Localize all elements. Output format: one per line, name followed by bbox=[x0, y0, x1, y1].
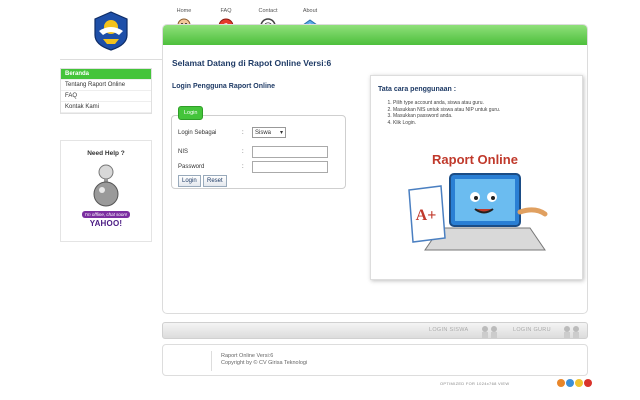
main-panel: Selamat Datang di Rapot Online Versi:6 L… bbox=[162, 24, 588, 314]
illustration-grade: A+ bbox=[416, 207, 437, 224]
colon: : bbox=[242, 164, 244, 170]
login-tabs-bar: LOGIN SISWA LOGIN GURU bbox=[162, 322, 588, 339]
offline-chat-badge[interactable]: I'm offline, chat soon! bbox=[81, 211, 131, 218]
login-as-value: Siswa bbox=[255, 129, 272, 136]
login-guru-link[interactable]: LOGIN GURU bbox=[513, 327, 551, 333]
howto-panel: Tata cara penggunaan : Pilih type accoun… bbox=[370, 75, 583, 280]
illustration-title: Raport Online bbox=[432, 152, 518, 167]
password-input[interactable] bbox=[252, 161, 328, 173]
yahoo-messenger-figure-icon bbox=[93, 164, 119, 207]
help-widget: Need Help ? I'm offline, chat soon! YAHO… bbox=[60, 140, 152, 242]
tut-wuri-logo-icon bbox=[94, 10, 128, 51]
footer-divider bbox=[211, 351, 212, 371]
howto-title: Tata cara penggunaan : bbox=[378, 86, 457, 93]
nav-home-label: Home bbox=[176, 8, 192, 14]
welcome-title: Selamat Datang di Rapot Online Versi:6 bbox=[172, 58, 332, 68]
sidebar-item-tentang[interactable]: Tentang Raport Online bbox=[61, 80, 151, 91]
optimized-note: OPTIMIZED FOR 1024x768 VIEW bbox=[440, 381, 510, 386]
raport-online-illustration: Raport Online A+ bbox=[408, 152, 548, 251]
footer-text: Raport Online Versi:6 Copyright by © CV … bbox=[221, 353, 307, 367]
howto-steps: Pilih type account anda, siswa atau guru… bbox=[385, 100, 500, 126]
teachers-icon bbox=[564, 326, 579, 338]
password-label: Password bbox=[178, 164, 205, 170]
sidebar-item-kontak[interactable]: Kontak Kami bbox=[61, 102, 151, 113]
firefox-icon bbox=[557, 379, 565, 387]
login-heading: Login Pengguna Raport Online bbox=[172, 83, 276, 90]
colon: : bbox=[242, 149, 244, 155]
colon: : bbox=[242, 129, 244, 136]
yahoo-logo: YAHOO! bbox=[89, 219, 123, 228]
chevron-down-icon: ▾ bbox=[279, 130, 283, 136]
reset-button[interactable]: Reset bbox=[203, 175, 227, 187]
nav-about-label: About bbox=[302, 8, 318, 14]
sidebar-item-faq[interactable]: FAQ bbox=[61, 91, 151, 102]
browser-icons bbox=[557, 379, 592, 387]
login-legend: Login bbox=[178, 106, 204, 120]
ie-icon bbox=[566, 379, 574, 387]
login-as-select[interactable]: Siswa ▾ bbox=[252, 127, 286, 138]
nav-faq-label: FAQ bbox=[220, 8, 232, 14]
login-as-row: Login Sebagai : Siswa ▾ bbox=[178, 127, 286, 138]
sidebar-item-beranda[interactable]: Beranda bbox=[61, 69, 151, 80]
sidebar-menu: Beranda Tentang Raport Online FAQ Kontak… bbox=[60, 68, 152, 114]
nis-row: NIS : bbox=[178, 146, 328, 158]
nav-contact-label: Contact bbox=[258, 8, 278, 14]
students-icon bbox=[482, 326, 497, 338]
password-row: Password : bbox=[178, 161, 328, 173]
footer-version: Raport Online Versi:6 bbox=[221, 353, 274, 359]
howto-step: Klik Login. bbox=[393, 120, 500, 127]
school-logo bbox=[60, 2, 162, 60]
footer: Raport Online Versi:6 Copyright by © CV … bbox=[162, 344, 588, 376]
opera-icon bbox=[584, 379, 592, 387]
login-form: Login Login Sebagai : Siswa ▾ NIS : Pass… bbox=[171, 106, 346, 189]
chrome-icon bbox=[575, 379, 583, 387]
nis-input[interactable] bbox=[252, 146, 328, 158]
header-green-bar bbox=[163, 25, 587, 45]
login-as-label: Login Sebagai bbox=[178, 129, 217, 136]
login-siswa-link[interactable]: LOGIN SISWA bbox=[429, 327, 468, 333]
help-title: Need Help ? bbox=[87, 150, 125, 157]
footer-copyright: Copyright by © CV Girisa Teknologi bbox=[221, 360, 308, 366]
login-button[interactable]: Login bbox=[178, 175, 201, 187]
nis-label: NIS bbox=[178, 149, 189, 155]
